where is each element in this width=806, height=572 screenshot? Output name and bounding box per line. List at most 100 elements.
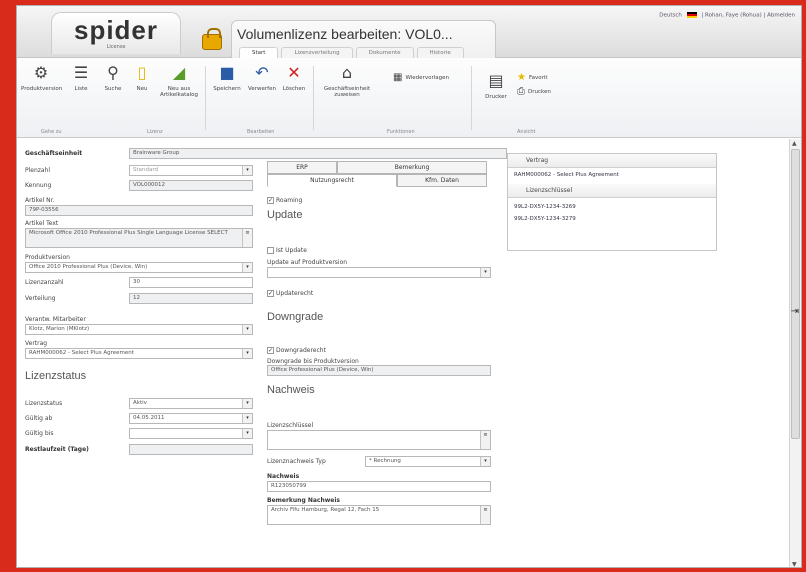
restlaufzeit-field[interactable] bbox=[129, 444, 253, 455]
ribbon-tabs: Start Lizenzverteilung Dokumente Histori… bbox=[239, 47, 464, 58]
lizenzschluessel-panel-title: Lizenzschlüssel bbox=[526, 187, 573, 194]
logo-subtitle: License bbox=[106, 44, 126, 50]
artikel-nr-field[interactable]: 79P-03556 bbox=[25, 205, 253, 216]
lizenzschluessel-field[interactable]: ≡ bbox=[267, 430, 491, 450]
chevron-down-icon[interactable]: ▾ bbox=[242, 429, 252, 438]
chevron-down-icon[interactable]: ▾ bbox=[242, 263, 252, 272]
plenzahl-value: Standard bbox=[133, 167, 159, 173]
drucker-button[interactable]: ▤ Drucker bbox=[481, 72, 511, 101]
bemerkung-nachweis-field[interactable]: Archiv Fifu Hamburg, Regal 12, Fach 15 ≡ bbox=[267, 505, 491, 525]
suche-label: Suche bbox=[104, 86, 122, 92]
tab-kfm-daten[interactable]: Kfm. Daten bbox=[397, 174, 487, 187]
produktversion-button[interactable]: ⚙ Produktversion bbox=[21, 64, 63, 93]
tab-start[interactable]: Start bbox=[239, 47, 279, 58]
neu-button[interactable]: ▯ Neu bbox=[130, 64, 154, 93]
wiedervorlagen-button[interactable]: ▦ Wiedervorlagen bbox=[393, 72, 449, 83]
chevron-down-icon[interactable]: ▾ bbox=[242, 414, 252, 423]
license-key-link[interactable]: 99L2-DX5Y-1234-3279 bbox=[514, 216, 576, 222]
roaming-checkbox[interactable]: ✓ Roaming bbox=[267, 197, 302, 204]
nachweis-field[interactable]: R123050799 bbox=[267, 481, 491, 492]
verteilung-field[interactable]: 12 bbox=[129, 293, 253, 304]
geschaeftseinheit-field[interactable]: Brainware Group bbox=[129, 148, 507, 159]
main-content: Geschäftseinheit Brainware Group Plenzah… bbox=[17, 139, 801, 567]
chevron-down-icon[interactable]: ▾ bbox=[242, 166, 252, 175]
downgrade-bis-label: Downgrade bis Produktversion bbox=[267, 358, 359, 365]
gueltig-bis-label: Gültig bis bbox=[25, 430, 54, 437]
status-select[interactable]: Aktiv ▾ bbox=[129, 398, 253, 409]
bemerkung-nachweis-value: Archiv Fifu Hamburg, Regal 12, Fach 15 bbox=[271, 507, 380, 513]
chevron-down-icon[interactable]: ▾ bbox=[242, 349, 252, 358]
geschaeftseinheit-zuweisen-button[interactable]: ⌂ Geschäftseinheit zuweisen bbox=[317, 63, 377, 99]
lizenzanzahl-label: Lizenzanzahl bbox=[25, 279, 64, 286]
mouse-cursor-icon: ⇥ bbox=[790, 306, 799, 317]
spider-logo[interactable]: spider License bbox=[51, 12, 181, 54]
vertical-scrollbar[interactable]: ▲ ▼ bbox=[789, 139, 801, 567]
restlaufzeit-label: Restlaufzeit (Tage) bbox=[25, 446, 89, 453]
chevron-down-icon[interactable]: ▾ bbox=[242, 399, 252, 408]
produktversion-label: Produktversion bbox=[21, 86, 63, 92]
expand-icon[interactable]: ≡ bbox=[480, 506, 490, 524]
verantw-label: Verantw. Mitarbeiter bbox=[25, 316, 86, 323]
save-icon: ■ bbox=[219, 63, 235, 82]
tab-nutzungsrecht[interactable]: Nutzungsrecht bbox=[267, 174, 397, 187]
chevron-down-icon[interactable]: ▾ bbox=[480, 457, 490, 466]
language-link[interactable]: Deutsch bbox=[659, 13, 682, 19]
tab-historie[interactable]: Historie bbox=[416, 47, 464, 58]
scroll-down-icon[interactable]: ▼ bbox=[792, 561, 797, 567]
downgraderecht-checkbox[interactable]: ✓ Downgraderecht bbox=[267, 347, 326, 354]
print-icon: ⎙ bbox=[517, 86, 525, 97]
updaterecht-label: Updaterecht bbox=[276, 290, 314, 297]
gueltig-bis-field[interactable]: ▾ bbox=[129, 428, 253, 439]
vertrag-select[interactable]: RAHM000062 - Select Plus Agreement ▾ bbox=[25, 348, 253, 359]
tab-erp[interactable]: ERP bbox=[267, 161, 337, 174]
user-link[interactable]: | Rohan, Faye (Rohua) | Abmelden bbox=[701, 13, 795, 19]
expand-icon[interactable]: ≡ bbox=[480, 431, 490, 449]
update-auf-select[interactable]: ▾ bbox=[267, 267, 491, 278]
tab-lizenzverteilung[interactable]: Lizenzverteilung bbox=[281, 47, 353, 58]
downgrade-bis-field[interactable]: Office Professional Plus (Device, Win) bbox=[267, 365, 491, 376]
search-icon: ⚲ bbox=[107, 63, 119, 82]
license-key-link[interactable]: 99L2-DX5Y-1234-3269 bbox=[514, 204, 576, 210]
tab-bemerkung[interactable]: Bemerkung bbox=[337, 161, 487, 174]
favorit-button[interactable]: ★ Favorit bbox=[517, 72, 548, 83]
separator bbox=[205, 66, 206, 130]
scroll-thumb[interactable] bbox=[791, 149, 800, 439]
neu-aus-artikelkatalog-label: Neu aus Artikelkatalog bbox=[160, 86, 198, 98]
separator bbox=[313, 66, 314, 130]
verantw-select[interactable]: Klotz, Marion (MKlotz) ▾ bbox=[25, 324, 253, 335]
drucken-button[interactable]: ⎙ Drucken bbox=[517, 86, 551, 97]
chevron-down-icon[interactable]: ▾ bbox=[242, 325, 252, 334]
lizenzanzahl-field[interactable]: 30 bbox=[129, 277, 253, 288]
loeschen-button[interactable]: ✕ Löschen bbox=[279, 64, 309, 93]
liste-label: Liste bbox=[74, 86, 88, 92]
organization-icon: ⌂ bbox=[341, 63, 353, 82]
calendar-icon: ▦ bbox=[393, 72, 403, 83]
verwerfen-button[interactable]: ↶ Verwerfen bbox=[245, 64, 279, 93]
artikel-text-value: Microsoft Office 2010 Professional Plus … bbox=[29, 230, 228, 236]
drucken-label: Drucken bbox=[528, 88, 551, 95]
flag-icon bbox=[686, 12, 697, 18]
neu-aus-artikelkatalog-button[interactable]: ◢ Neu aus Artikelkatalog bbox=[157, 64, 201, 99]
nachweis-typ-label: Lizenznachweis Typ bbox=[267, 458, 326, 465]
nachweis-typ-select[interactable]: * Rechnung ▾ bbox=[365, 456, 491, 467]
produktversion-select[interactable]: Office 2010 Professional Plus (Device, W… bbox=[25, 262, 253, 273]
updaterecht-checkbox[interactable]: ✓ Updaterecht bbox=[267, 290, 313, 297]
lizenzschluessel-label: Lizenzschlüssel bbox=[267, 422, 314, 429]
vertrag-link[interactable]: RAHM000062 - Select Plus Agreement bbox=[514, 172, 619, 178]
ist-update-checkbox[interactable]: Ist Update bbox=[267, 247, 307, 254]
app-window: spider License Volumenlizenz bearbeiten:… bbox=[16, 5, 802, 568]
suche-button[interactable]: ⚲ Suche bbox=[99, 63, 127, 93]
expand-icon[interactable]: ≡ bbox=[242, 229, 252, 247]
ribbon-toolbar: ⚙ Produktversion ☰ Liste ⚲ Suche ▯ Neu ◢… bbox=[17, 58, 801, 138]
gueltig-ab-field[interactable]: 04.05.2011 ▾ bbox=[129, 413, 253, 424]
chevron-down-icon[interactable]: ▾ bbox=[480, 268, 490, 277]
scroll-up-icon[interactable]: ▲ bbox=[792, 140, 797, 147]
user-info: Deutsch | Rohan, Faye (Rohua) | Abmelden bbox=[659, 12, 795, 19]
plenzahl-select[interactable]: Standard ▾ bbox=[129, 165, 253, 176]
artikel-text-field[interactable]: Microsoft Office 2010 Professional Plus … bbox=[25, 228, 253, 248]
speichern-button[interactable]: ■ Speichern bbox=[209, 63, 245, 93]
tab-dokumente[interactable]: Dokumente bbox=[355, 47, 414, 58]
artikel-nr-label: Artikel Nr. bbox=[25, 197, 55, 204]
liste-button[interactable]: ☰ Liste bbox=[69, 64, 93, 93]
kennung-field[interactable]: VOL000012 bbox=[129, 180, 253, 191]
